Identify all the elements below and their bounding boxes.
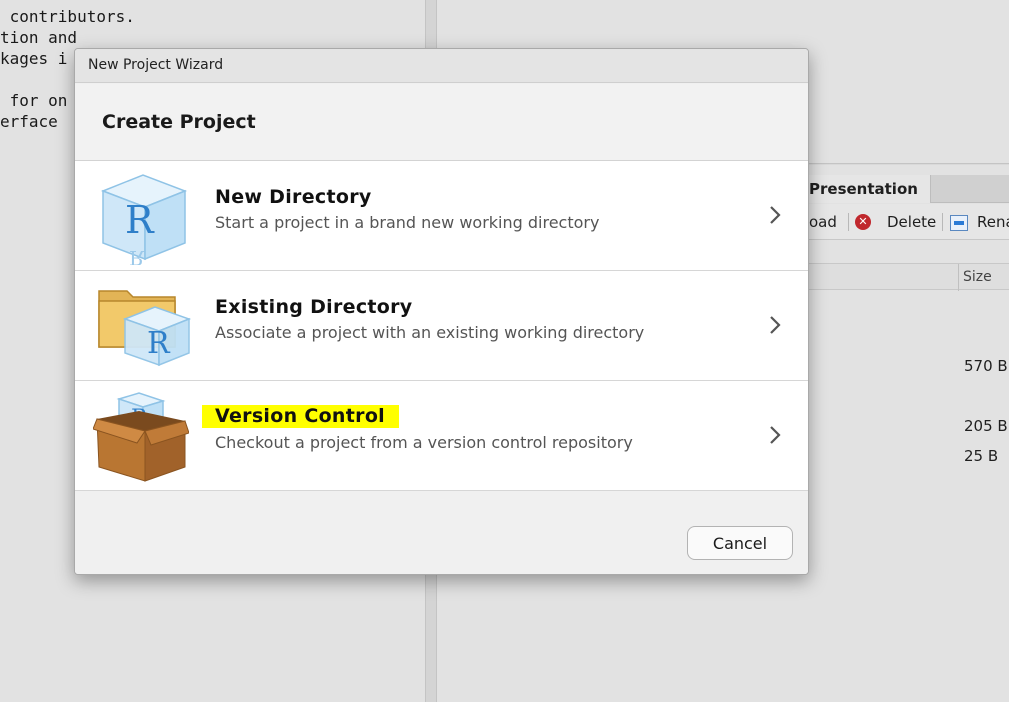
upload-button[interactable]: oad xyxy=(809,204,837,240)
dialog-header: Create Project xyxy=(75,84,808,161)
tab-presentation[interactable]: Presentation xyxy=(797,175,931,203)
delete-button[interactable]: Delete xyxy=(887,204,936,240)
console-line: kages i xyxy=(0,49,68,68)
rename-button[interactable]: Rena xyxy=(977,204,1009,240)
svg-text:R: R xyxy=(129,246,145,265)
option-title: New Directory xyxy=(215,186,372,208)
version-control-option[interactable]: R Version Control Checkout a project fro… xyxy=(75,381,808,491)
box-r-cube-icon: R xyxy=(93,392,189,482)
toolbar-divider xyxy=(848,213,849,231)
svg-text:R: R xyxy=(147,326,171,361)
chevron-right-icon xyxy=(770,206,781,224)
option-title: Existing Directory xyxy=(215,296,413,318)
console-line: contributors. xyxy=(0,7,135,26)
folder-r-cube-icon: R xyxy=(98,290,192,367)
option-description: Checkout a project from a version contro… xyxy=(215,433,633,452)
dialog-titlebar[interactable]: New Project Wizard xyxy=(75,49,808,83)
svg-text:R: R xyxy=(125,198,155,242)
chevron-right-icon xyxy=(770,316,781,334)
new-directory-option[interactable]: R R New Directory Start a project in a b… xyxy=(75,161,808,271)
option-description: Start a project in a brand new working d… xyxy=(215,213,600,232)
option-title-highlighted: Version Control xyxy=(202,405,399,428)
file-size-cell: 205 B xyxy=(964,417,1008,435)
existing-directory-option[interactable]: R Existing Directory Associate a project… xyxy=(75,271,808,381)
page-title: Create Project xyxy=(102,111,256,133)
size-column-header[interactable]: Size xyxy=(963,264,992,290)
option-description: Associate a project with an existing wor… xyxy=(215,323,645,342)
dialog-title: New Project Wizard xyxy=(88,57,224,73)
column-divider[interactable] xyxy=(958,264,959,291)
new-project-dialog: New Project Wizard Create Project R R Ne… xyxy=(74,48,809,575)
chevron-right-icon xyxy=(770,426,781,444)
console-line: for on xyxy=(0,91,68,110)
console-line: tion and xyxy=(0,28,78,47)
dialog-footer: Cancel xyxy=(75,492,808,574)
file-size-cell: 25 B xyxy=(964,447,999,465)
toolbar-divider xyxy=(942,213,943,231)
rename-icon xyxy=(950,215,968,231)
file-size-cell: 570 B xyxy=(964,357,1008,375)
cancel-button[interactable]: Cancel xyxy=(687,526,793,560)
delete-icon: ✕ xyxy=(855,214,871,230)
r-cube-icon: R R xyxy=(100,174,188,265)
console-line: erface xyxy=(0,112,58,131)
